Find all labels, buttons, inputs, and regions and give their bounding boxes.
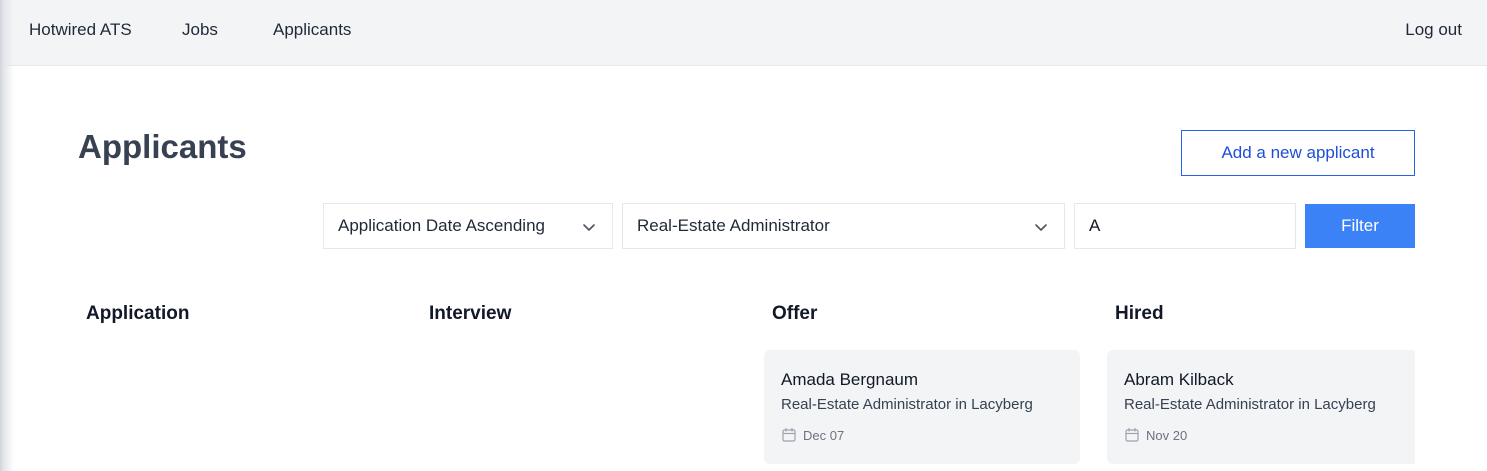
applicant-date-text: Nov 20 [1146,427,1188,443]
applicant-name: Abram Kilback [1124,370,1234,389]
chevron-down-icon [1035,224,1047,231]
applicant-name: Amada Bergnaum [781,370,919,389]
column-heading-application: Application [86,303,190,324]
search-input[interactable] [1074,203,1296,249]
calendar-icon [1125,427,1139,442]
job-select[interactable]: Real-Estate Administrator [622,203,1065,249]
applicant-date: Nov 20 [1124,427,1398,443]
applicant-date-text: Dec 07 [803,427,845,443]
calendar-icon [782,427,796,442]
sort-select[interactable]: Application Date Ascending [323,203,613,249]
job-select-value: Real-Estate Administrator [637,216,830,235]
page-title: Applicants [78,128,247,165]
nav-link-applicants[interactable]: Applicants [273,20,351,40]
logout-link[interactable]: Log out [1405,20,1462,40]
nav-link-jobs[interactable]: Jobs [182,20,218,40]
add-applicant-button[interactable]: Add a new applicant [1181,130,1415,176]
brand-link[interactable]: Hotwired ATS [29,20,132,40]
applicant-card[interactable]: Abram Kilback Real-Estate Administrator … [1107,350,1415,464]
applicant-job: Real-Estate Administrator in Lacyberg [1124,396,1376,413]
window-edge-shadow [0,0,14,471]
sort-select-value: Application Date Ascending [338,216,545,235]
filter-button[interactable]: Filter [1305,204,1415,248]
column-heading-hired: Hired [1115,303,1164,324]
applicant-job: Real-Estate Administrator in Lacyberg [781,396,1033,413]
top-navbar: Hotwired ATS Jobs Applicants Log out [0,0,1487,66]
applicant-card[interactable]: Amada Bergnaum Real-Estate Administrator… [764,350,1080,464]
applicant-date: Dec 07 [781,427,1063,443]
column-heading-offer: Offer [772,303,818,324]
column-heading-interview: Interview [429,303,512,324]
chevron-down-icon [583,224,595,231]
